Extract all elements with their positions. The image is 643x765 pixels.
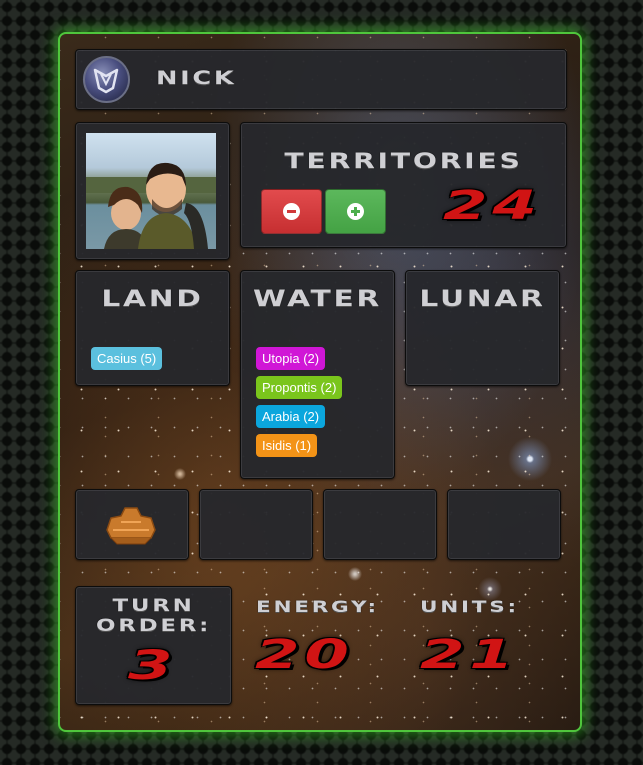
territories-count: 24 (443, 183, 542, 229)
player-card: Nick Territories (58, 32, 582, 732)
units-value: 21 (420, 632, 519, 678)
water-territory-tag[interactable]: Utopia (2) (256, 347, 326, 370)
unit-token-icon (106, 507, 156, 545)
turn-order-label-2: Order: (96, 616, 211, 636)
turn-order-value: 3 (128, 643, 178, 689)
water-panel: Water Utopia (2) Propontis (2) Arabia (2) I… (240, 270, 395, 479)
land-panel: Land Casius (5) (75, 270, 230, 386)
land-territory-tag[interactable]: Casius (5) (91, 347, 163, 370)
increment-territories-button[interactable] (325, 189, 386, 234)
turn-order-label-1: Turn (112, 596, 195, 616)
water-territory-list: Utopia (2) Propontis (2) Arabia (2) Isidis … (256, 347, 343, 463)
faction-emblem-icon (83, 56, 130, 103)
player-name: Nick (156, 67, 237, 89)
energy-label: Energy: (256, 597, 379, 616)
plus-circle-icon (347, 203, 364, 220)
lunar-title: Lunar (419, 287, 546, 312)
unit-slot-2[interactable] (199, 489, 313, 560)
unit-slot-3[interactable] (323, 489, 437, 560)
water-territory-tag[interactable]: Isidis (1) (256, 434, 318, 457)
water-territory-tag[interactable]: Propontis (2) (256, 376, 343, 399)
territories-panel: Territories 24 (240, 122, 567, 248)
player-photo-panel (75, 122, 230, 260)
territories-title: Territories (284, 149, 523, 173)
units-label: Units: (420, 597, 519, 616)
land-territory-list: Casius (5) (91, 347, 163, 376)
lunar-panel: Lunar (405, 270, 560, 386)
water-territory-tag[interactable]: Arabia (2) (256, 405, 326, 428)
energy-value: 20 (255, 632, 354, 678)
minus-circle-icon (283, 203, 300, 220)
unit-slot-4[interactable] (447, 489, 561, 560)
turn-order-panel: Turn Order: 3 (75, 586, 232, 705)
unit-slot-1[interactable] (75, 489, 189, 560)
decrement-territories-button[interactable] (261, 189, 322, 234)
player-header: Nick (75, 49, 567, 110)
